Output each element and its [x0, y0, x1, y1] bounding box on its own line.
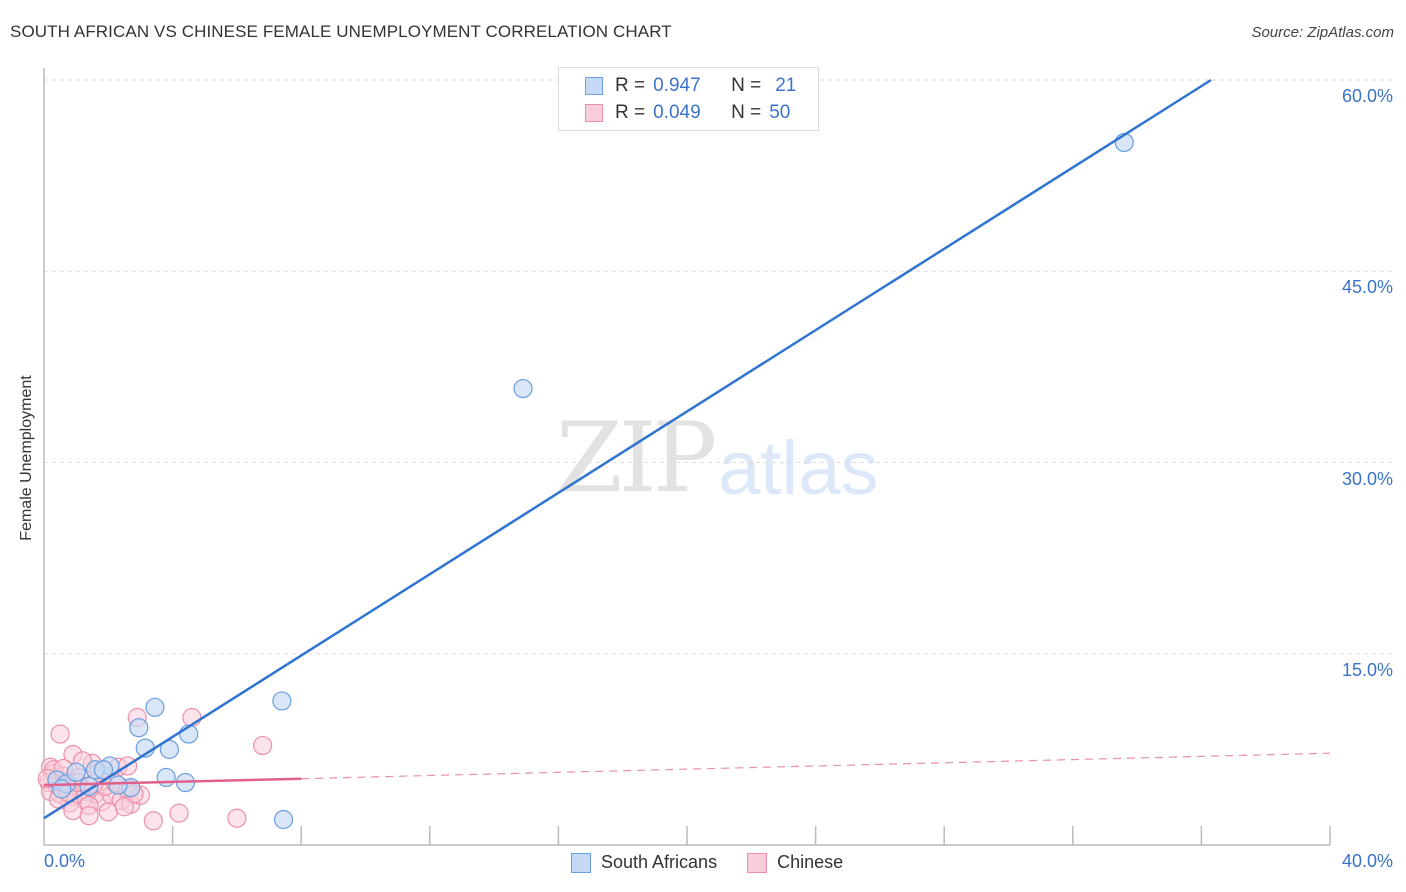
data-point-south-africans — [108, 775, 128, 795]
legend-item-south-africans[interactable]: South Africans — [571, 852, 717, 873]
n-label: N = — [731, 75, 762, 96]
regression-line-south-africans — [43, 78, 1212, 820]
r-value: 0.049 — [653, 102, 701, 123]
data-point-chinese — [169, 803, 189, 823]
data-point-south-africans — [145, 697, 165, 717]
legend-swatch-pink — [747, 852, 768, 873]
y-tick-label: 15.0% — [1341, 659, 1393, 680]
scatter-plot — [37, 68, 1392, 846]
data-point-chinese — [50, 724, 70, 744]
n-value: 50 — [769, 102, 791, 123]
data-point-south-africans — [52, 779, 72, 799]
r-label: R = — [615, 75, 646, 96]
n-value: 21 — [775, 75, 797, 96]
stats-legend: R = 0.947 N = 21 R = 0.049 N = 50 — [558, 67, 819, 131]
regression-line-chinese-extrapolated — [301, 752, 1331, 780]
r-label: R = — [615, 102, 646, 123]
x-tick-label-min: 0.0% — [44, 851, 86, 871]
y-tick-label: 60.0% — [1341, 86, 1393, 106]
stats-legend-row-south-africans: R = 0.947 N = 21 — [585, 74, 796, 98]
legend-item-chinese[interactable]: Chinese — [747, 852, 843, 873]
series-legend: South Africans Chinese — [571, 852, 873, 873]
y-tick-label: 30.0% — [1341, 468, 1393, 489]
data-point-south-africans — [66, 762, 86, 782]
legend-label: South Africans — [601, 852, 718, 872]
r-value: 0.947 — [653, 75, 701, 96]
stats-legend-row-chinese: R = 0.049 N = 50 — [585, 101, 790, 125]
legend-label: Chinese — [777, 852, 844, 872]
data-point-chinese — [114, 797, 134, 817]
data-point-south-africans — [272, 691, 292, 711]
data-point-chinese — [253, 735, 273, 756]
data-point-south-africans — [513, 378, 533, 399]
data-point-chinese — [143, 811, 163, 831]
data-point-south-africans — [129, 718, 149, 738]
data-point-south-africans — [156, 767, 176, 788]
data-point-chinese — [79, 806, 99, 826]
data-point-south-africans — [273, 809, 294, 830]
data-point-chinese — [98, 802, 118, 822]
n-label: N = — [731, 102, 762, 123]
data-point-chinese — [227, 808, 247, 828]
legend-swatch-blue — [585, 77, 603, 95]
y-tick-label: 45.0% — [1341, 277, 1393, 298]
legend-swatch-pink — [585, 104, 603, 122]
legend-swatch-blue — [571, 852, 591, 873]
x-tick-label-max: 40.0% — [1341, 851, 1393, 871]
